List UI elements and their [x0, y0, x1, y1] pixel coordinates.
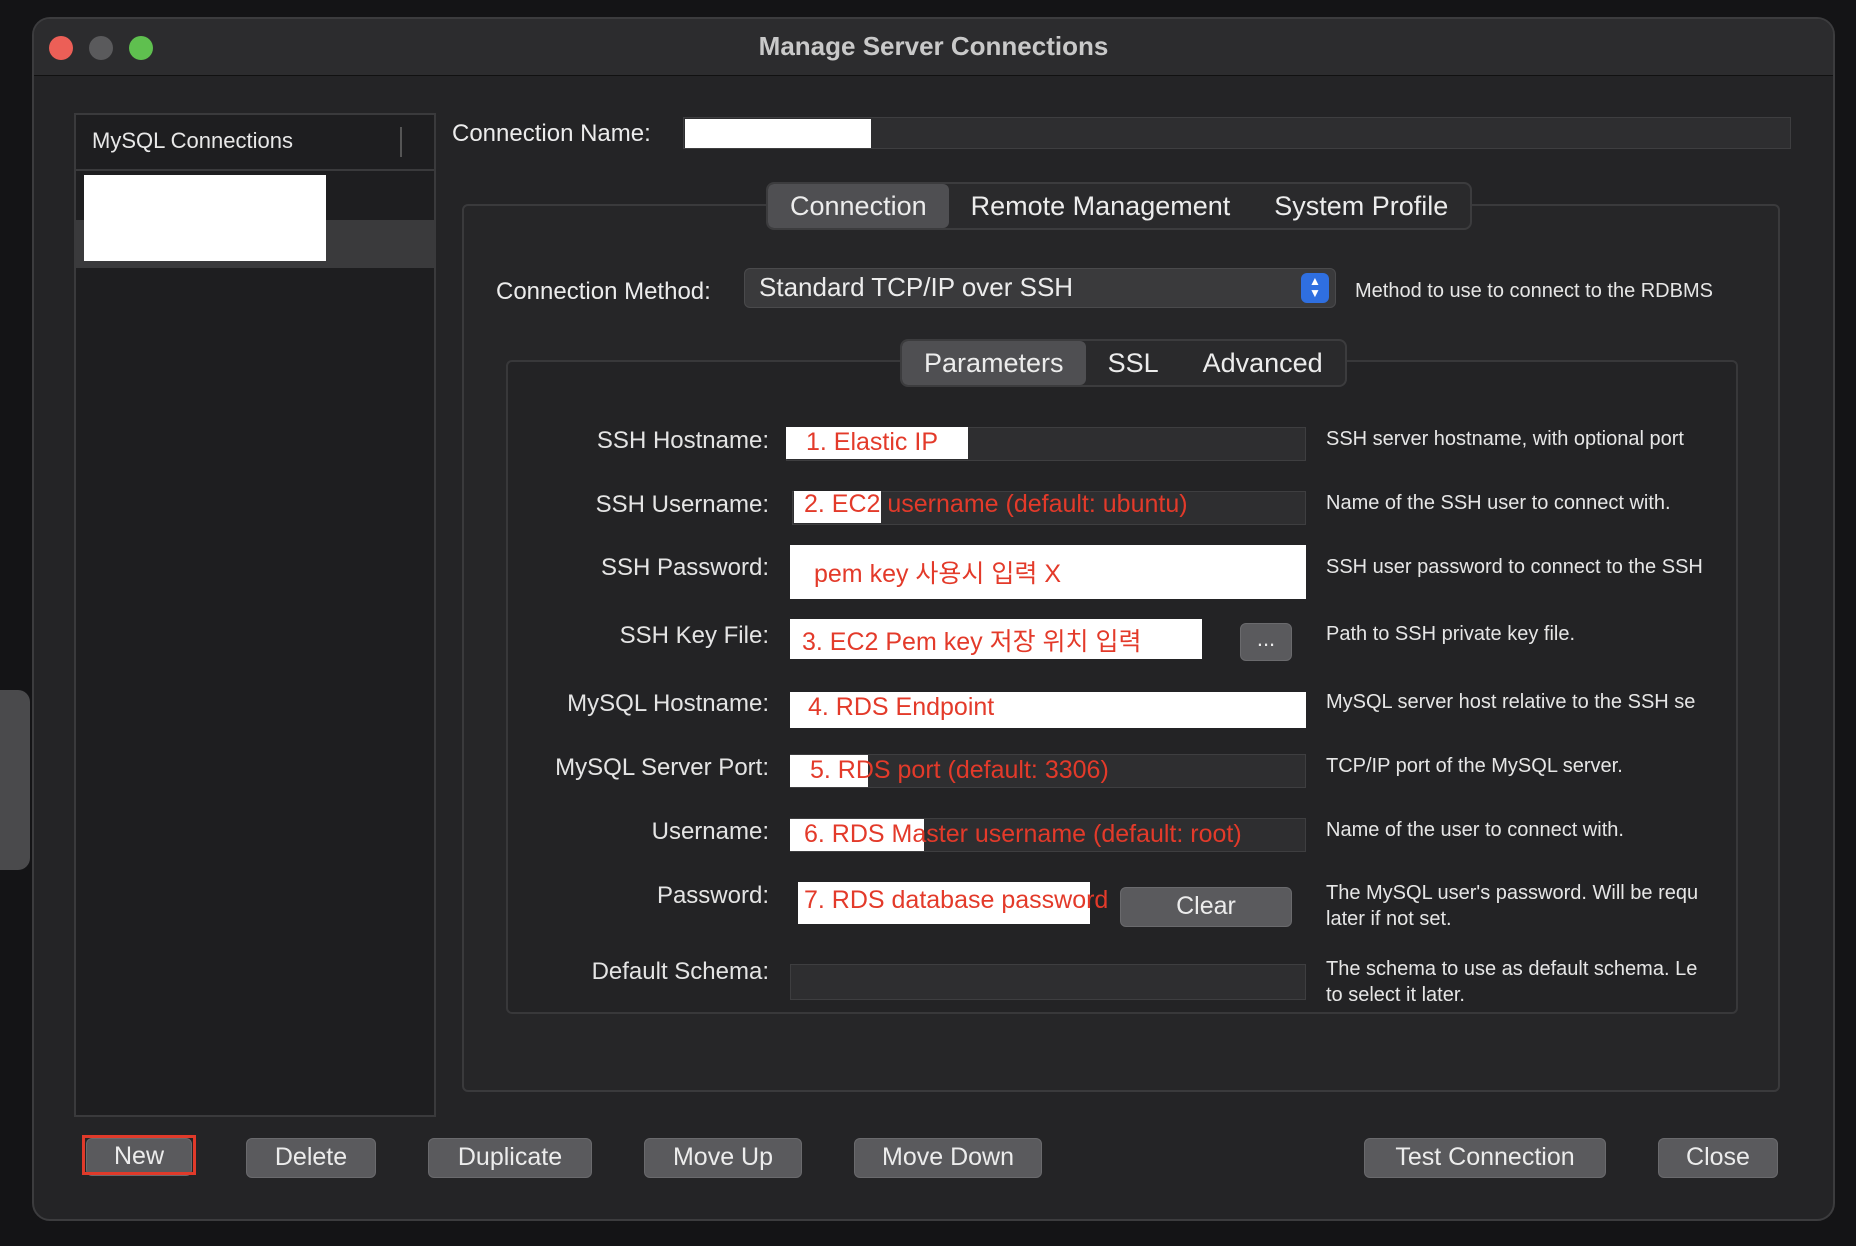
mysql-hostname-value: 4. RDS Endpoint	[808, 693, 995, 721]
mysql-port-description: TCP/IP port of the MySQL server.	[1326, 755, 1623, 777]
mysql-port-value: 5. RDS port (default: 3306)	[810, 756, 1109, 784]
tab-advanced[interactable]: Advanced	[1181, 341, 1345, 385]
sub-tab-bar: Parameters SSL Advanced	[900, 339, 1347, 387]
duplicate-button[interactable]: Duplicate	[428, 1138, 592, 1178]
default-schema-description-line2: to select it later.	[1326, 984, 1465, 1006]
ssh-username-value: 2. EC2 username (default: ubuntu)	[804, 490, 1188, 518]
username-label: Username:	[651, 818, 769, 845]
clear-password-button[interactable]: Clear	[1120, 887, 1292, 927]
default-schema-description-line1: The schema to use as default schema. Le	[1326, 958, 1698, 980]
ssh-hostname-value: 1. Elastic IP	[806, 428, 938, 456]
connection-method-description: Method to use to connect to the RDBMS	[1355, 280, 1713, 302]
connection-name-label: Connection Name:	[452, 120, 651, 147]
password-value: 7. RDS database password	[804, 886, 1109, 914]
desktop-background-shape	[0, 690, 30, 870]
ssh-key-file-label: SSH Key File:	[619, 622, 769, 649]
ssh-hostname-description: SSH server hostname, with optional port	[1326, 428, 1684, 450]
delete-button[interactable]: Delete	[246, 1138, 376, 1178]
mysql-hostname-label: MySQL Hostname:	[567, 690, 769, 717]
test-connection-button[interactable]: Test Connection	[1364, 1138, 1606, 1178]
sidebar-header: MySQL Connections	[76, 115, 434, 171]
tab-parameters[interactable]: Parameters	[902, 341, 1086, 385]
title-bar: Manage Server Connections	[34, 19, 1833, 76]
password-description-line1: The MySQL user's password. Will be requ	[1326, 882, 1699, 904]
move-down-button[interactable]: Move Down	[854, 1138, 1042, 1178]
chevron-up-down-icon[interactable]: ▲ ▼	[1301, 273, 1329, 303]
tab-connection[interactable]: Connection	[768, 184, 949, 228]
connection-method-select[interactable]: Standard TCP/IP over SSH ▲ ▼	[744, 268, 1336, 308]
connection-method-value: Standard TCP/IP over SSH	[759, 272, 1074, 302]
ssh-key-file-description: Path to SSH private key file.	[1326, 623, 1576, 645]
sidebar-header-label: MySQL Connections	[92, 128, 293, 153]
top-tab-bar: Connection Remote Management System Prof…	[766, 182, 1473, 230]
sidebar-connection-item[interactable]	[84, 175, 326, 261]
ssh-password-description: SSH user password to connect to the SSH	[1326, 556, 1703, 578]
default-schema-input[interactable]	[790, 964, 1306, 1000]
mysql-port-label: MySQL Server Port:	[555, 754, 769, 781]
connection-method-label: Connection Method:	[496, 278, 711, 305]
ssh-key-file-value: 3. EC2 Pem key 저장 위치 입력	[802, 628, 1142, 656]
column-separator[interactable]	[400, 127, 402, 157]
new-button-highlight	[82, 1135, 196, 1175]
password-description-line2: later if not set.	[1326, 908, 1452, 930]
mysql-hostname-description: MySQL server host relative to the SSH se	[1326, 691, 1696, 713]
username-description: Name of the user to connect with.	[1326, 819, 1624, 841]
ssh-username-label: SSH Username:	[595, 491, 769, 518]
ssh-hostname-label: SSH Hostname:	[596, 427, 769, 454]
connection-name-value	[685, 119, 871, 148]
ssh-password-label: SSH Password:	[600, 554, 769, 581]
ssh-password-value: pem key 사용시 입력 X	[814, 560, 1061, 588]
tab-system-profile[interactable]: System Profile	[1252, 184, 1470, 228]
browse-key-file-button[interactable]: ...	[1240, 623, 1292, 661]
move-up-button[interactable]: Move Up	[644, 1138, 802, 1178]
connections-sidebar: MySQL Connections	[74, 113, 436, 1117]
tab-remote-management[interactable]: Remote Management	[949, 184, 1253, 228]
tab-ssl[interactable]: SSL	[1086, 341, 1181, 385]
default-schema-label: Default Schema:	[591, 958, 769, 985]
password-label: Password:	[656, 882, 769, 909]
username-value: 6. RDS Master username (default: root)	[804, 820, 1242, 848]
ssh-username-description: Name of the SSH user to connect with.	[1326, 492, 1671, 514]
close-button[interactable]: Close	[1658, 1138, 1778, 1178]
window-title: Manage Server Connections	[758, 31, 1109, 61]
